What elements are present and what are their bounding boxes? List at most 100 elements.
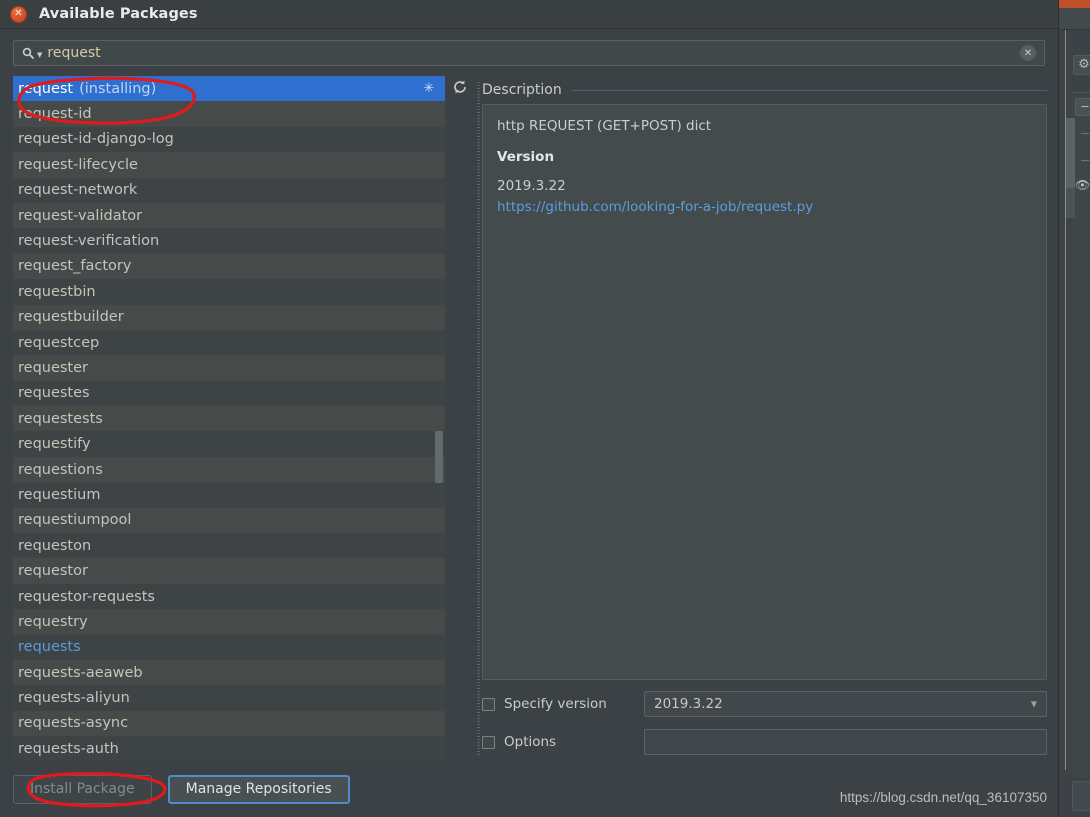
package-list-item[interactable]: request_factory — [13, 253, 445, 280]
package-name: requestiumpool — [18, 512, 132, 529]
package-list-item[interactable]: request-validator — [13, 202, 445, 229]
package-list-container: request (installing) ✳ request-id request-id… — [13, 76, 445, 761]
description-project-link[interactable]: https://github.com/looking-for-a-job/req… — [497, 199, 813, 215]
package-list-item[interactable]: request-id-django-log — [13, 126, 445, 153]
package-list-item[interactable]: requestcep — [13, 329, 445, 356]
package-list-item[interactable]: requests-async — [13, 710, 445, 737]
background-ide-tick-1 — [1081, 133, 1089, 134]
package-list-item[interactable]: request-verification — [13, 228, 445, 254]
dialog-body: request (installing) ✳ request-id request-id… — [0, 76, 1058, 761]
description-header-rule — [570, 89, 1047, 91]
package-list-item[interactable]: requests-aliyun — [13, 685, 445, 711]
package-name: request-id — [18, 106, 92, 123]
search-input[interactable]: ▼ request ✕ — [13, 40, 1045, 66]
specify-version-label: Specify version — [504, 696, 607, 712]
package-name: requests-auth — [18, 740, 119, 757]
package-list-item[interactable]: request-id — [13, 101, 445, 127]
description-summary: http REQUEST (GET+POST) dict — [497, 118, 712, 134]
package-name: requests-aeaweb — [18, 664, 143, 681]
gear-icon[interactable]: ⚙ — [1073, 55, 1090, 75]
package-list[interactable]: request (installing) ✳ request-id request-id… — [13, 76, 445, 761]
package-list-item[interactable]: requestify — [13, 431, 445, 457]
dialog-footer: Install Package Manage Repositories http… — [0, 761, 1058, 817]
package-list-item[interactable]: requestry — [13, 609, 445, 635]
loading-spinner-icon: ✳ — [423, 80, 435, 96]
watermark: https://blog.csdn.net/qq_36107350 — [839, 790, 1047, 805]
package-name: request-lifecycle — [18, 156, 138, 173]
minus-icon[interactable]: − — [1075, 98, 1090, 116]
package-list-item[interactable]: requests-auth — [13, 736, 445, 761]
dialog-titlebar: ✕ Available Packages — [0, 0, 1058, 29]
description-header-label: Description — [482, 82, 562, 98]
package-list-item[interactable]: requestbin — [13, 279, 445, 305]
background-ide-scrollbar-track[interactable] — [1066, 188, 1075, 218]
package-name: request-network — [18, 182, 138, 199]
package-name: request — [18, 80, 74, 97]
eye-icon[interactable]: 👁 — [1075, 178, 1090, 192]
background-ide-tick-2 — [1081, 160, 1089, 161]
package-list-item[interactable]: requestor — [13, 558, 445, 584]
description-header: Description — [482, 76, 1047, 104]
chevron-down-icon[interactable]: ▼ — [37, 51, 42, 59]
package-list-item[interactable]: requestests — [13, 406, 445, 432]
background-ide-bottom-cell — [1072, 781, 1090, 811]
package-list-item[interactable]: requestes — [13, 380, 445, 407]
close-icon[interactable]: ✕ — [10, 5, 27, 23]
background-ide-window: ⚙ − 👁 — [1058, 0, 1090, 817]
package-list-item[interactable]: requests-aeaweb — [13, 659, 445, 686]
dialog-title: Available Packages — [39, 6, 198, 22]
package-list-item[interactable]: requestions — [13, 456, 445, 483]
package-name: requestor-requests — [18, 588, 155, 605]
package-list-scrollbar-thumb[interactable] — [435, 431, 443, 483]
panel-splitter[interactable] — [475, 76, 482, 761]
refresh-icon[interactable] — [449, 79, 471, 99]
package-name: request-verification — [18, 233, 160, 250]
package-list-item[interactable]: requestbuilder — [13, 304, 445, 330]
options-checkbox[interactable] — [482, 735, 495, 749]
options-label: Options — [504, 734, 557, 750]
specify-version-value: 2019.3.22 — [654, 696, 723, 712]
background-ide-titlestrip — [1059, 8, 1090, 30]
package-list-item[interactable]: requestium — [13, 482, 445, 508]
options-row: Options — [482, 727, 1047, 757]
package-name: requestcep — [18, 334, 100, 351]
package-name: requestbuilder — [18, 309, 124, 326]
background-ide-topbar — [1059, 0, 1090, 8]
search-icon — [22, 47, 34, 59]
package-list-scrollbar[interactable] — [435, 76, 443, 761]
description-version-value: 2019.3.22 — [497, 178, 566, 194]
package-list-item[interactable]: requester — [13, 355, 445, 381]
package-name: requestify — [18, 436, 91, 453]
package-list-item[interactable]: requests — [13, 634, 445, 660]
install-package-button[interactable]: Install Package — [13, 774, 152, 804]
specify-version-checkbox[interactable] — [482, 697, 495, 711]
package-name: requestbin — [18, 283, 96, 300]
package-name: requests-aliyun — [18, 690, 130, 707]
package-name: requestry — [18, 613, 88, 630]
package-name: requeston — [18, 537, 92, 554]
package-list-item[interactable]: request-network — [13, 177, 445, 203]
package-name: request-validator — [18, 207, 143, 224]
manage-repositories-button[interactable]: Manage Repositories — [167, 774, 350, 804]
search-row: ▼ request ✕ — [0, 29, 1058, 76]
list-tools — [445, 76, 475, 761]
package-list-item[interactable]: request-lifecycle — [13, 152, 445, 178]
background-ide-scrollbar-thumb[interactable] — [1066, 118, 1075, 188]
search-value: request — [47, 45, 101, 61]
package-status-suffix: (installing) — [79, 80, 157, 97]
chevron-down-icon[interactable]: ▼ — [1031, 700, 1037, 709]
package-list-item[interactable]: request (installing) ✳ — [13, 76, 445, 102]
package-list-item[interactable]: requeston — [13, 533, 445, 559]
clear-icon[interactable]: ✕ — [1020, 45, 1036, 61]
package-name: requestes — [18, 385, 90, 402]
description-side: Description http REQUEST (GET+POST) dict… — [482, 76, 1058, 761]
package-list-item[interactable]: requestor-requests — [13, 583, 445, 610]
package-name: requests — [18, 639, 81, 656]
package-name: requester — [18, 359, 89, 376]
package-name: requests-async — [18, 715, 129, 732]
package-list-item[interactable]: requestiumpool — [13, 507, 445, 534]
screen-root: ⚙ − 👁 ✕ Available Packages ▼ request ✕ r… — [0, 0, 1090, 817]
options-input[interactable] — [644, 729, 1047, 755]
specify-version-row: Specify version 2019.3.22 ▼ — [482, 689, 1047, 719]
specify-version-combobox[interactable]: 2019.3.22 ▼ — [644, 691, 1047, 717]
